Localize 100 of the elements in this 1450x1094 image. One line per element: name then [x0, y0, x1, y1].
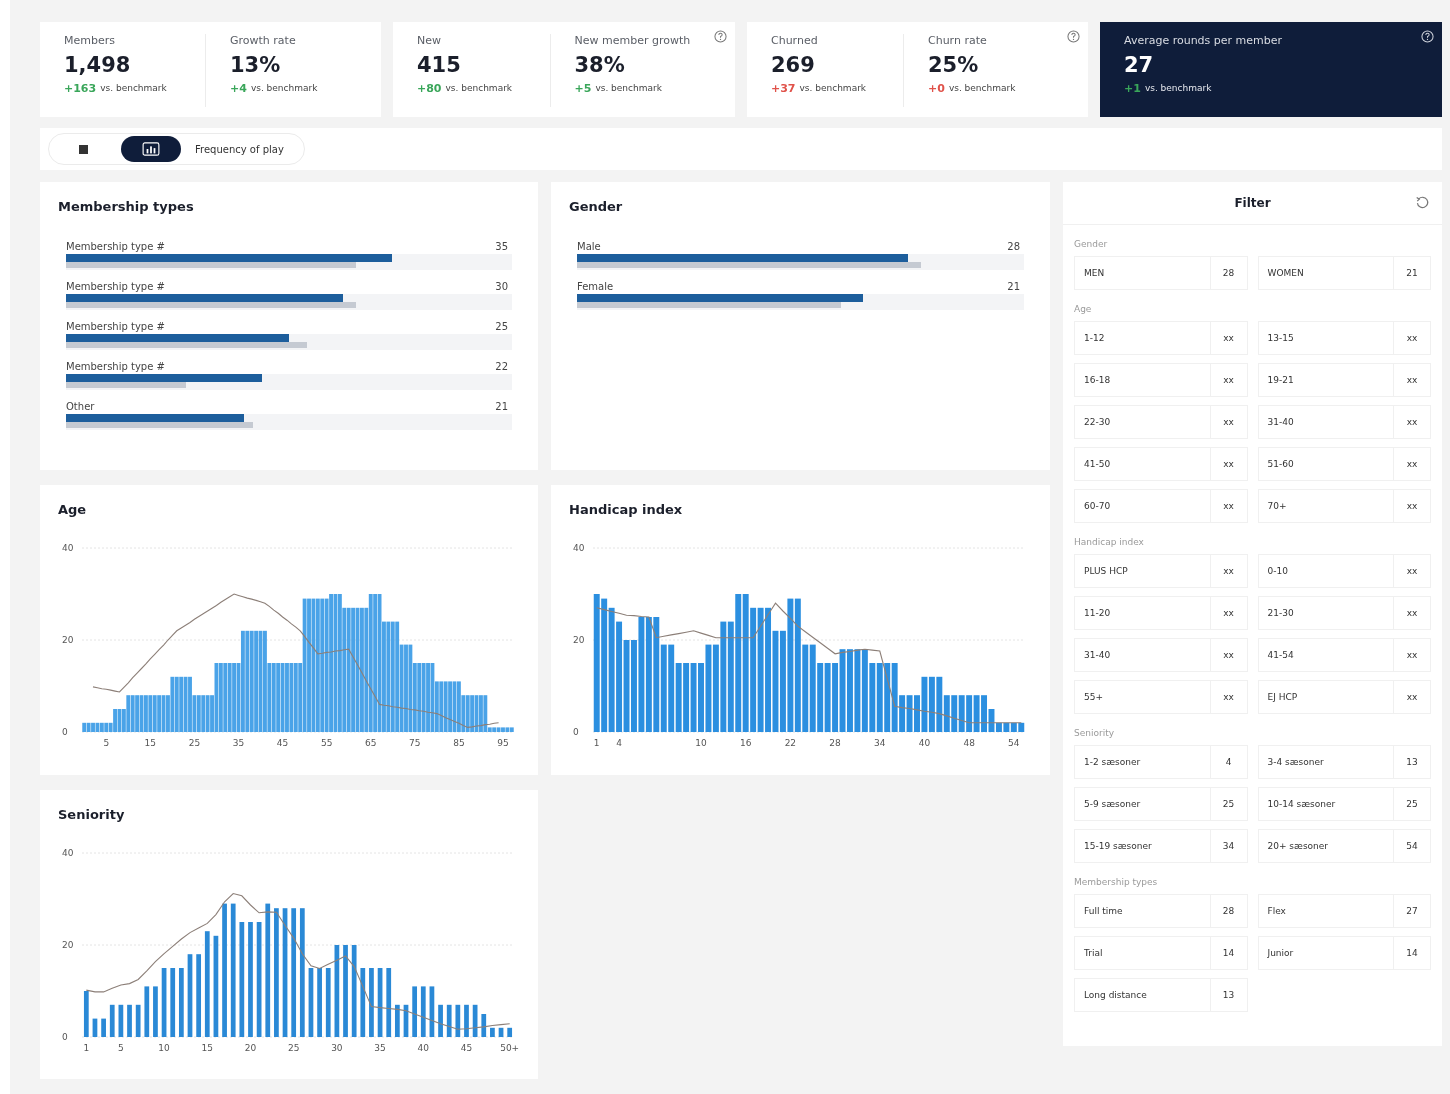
axis-label: 20: [62, 635, 74, 645]
axis-label: 34: [874, 738, 886, 748]
option-label: WOMEN: [1266, 267, 1305, 280]
option-label: MEN: [1083, 267, 1106, 280]
filter-option[interactable]: PLUS HCP xx: [1074, 554, 1248, 588]
option-label: Flex: [1266, 905, 1287, 918]
filter-option[interactable]: 10-14 sæsoner 25: [1257, 787, 1431, 821]
metric-label: New: [417, 34, 441, 47]
option-count: xx: [1209, 597, 1247, 629]
filter-option[interactable]: Full time 28: [1074, 894, 1248, 928]
delta-caption: vs. benchmark: [100, 83, 167, 94]
filter-option[interactable]: Flex 27: [1257, 894, 1431, 928]
metric-value: 1,498: [64, 53, 132, 77]
filter-option[interactable]: 70+ xx: [1257, 489, 1431, 523]
option-count: 27: [1393, 895, 1430, 927]
option-label: 55+: [1083, 691, 1104, 704]
filter-option[interactable]: 3-4 sæsoner 13: [1257, 745, 1431, 779]
option-count: xx: [1393, 597, 1430, 629]
filter-option[interactable]: 15-19 sæsoner 34: [1074, 829, 1248, 863]
option-count: xx: [1393, 406, 1430, 438]
option-label: 31-40: [1266, 416, 1295, 429]
option-label: EJ HCP: [1266, 691, 1299, 704]
axis-label: 0: [62, 1032, 68, 1042]
metric-value: 27: [1124, 53, 1155, 77]
filter-option[interactable]: 21-30 xx: [1257, 596, 1431, 630]
filter-option[interactable]: 5-9 sæsoner 25: [1074, 787, 1248, 821]
axis-label: 40: [62, 848, 74, 858]
metric-value: 25%: [928, 53, 980, 77]
axis-label: 40: [573, 543, 585, 553]
filter-option[interactable]: 31-40 xx: [1257, 405, 1431, 439]
filter-option[interactable]: WOMEN 21: [1257, 256, 1431, 290]
option-label: 5-9 sæsoner: [1083, 798, 1142, 811]
option-label: 0-10: [1266, 565, 1289, 578]
axis-label: 75: [409, 738, 421, 748]
delta-caption: vs. benchmark: [1144, 83, 1212, 94]
filter-option[interactable]: 60-70 xx: [1074, 489, 1248, 523]
bar-value: 30: [495, 281, 508, 292]
option-count: 13: [1393, 746, 1430, 778]
filter-option[interactable]: 16-18 xx: [1074, 363, 1248, 397]
delta-caption: vs. benchmark: [948, 83, 1016, 94]
delta-caption: vs. benchmark: [445, 83, 513, 94]
filter-option[interactable]: 1-2 sæsoner 4: [1074, 745, 1248, 779]
option-label: Junior: [1266, 947, 1295, 960]
filter-option[interactable]: 31-40 xx: [1074, 638, 1248, 672]
option-count: xx: [1209, 448, 1247, 480]
axis-label: 4: [616, 738, 622, 748]
bar-value: 28: [1007, 241, 1020, 252]
axis-label: 28: [829, 738, 841, 748]
section-label: Handicap index: [1074, 537, 1145, 547]
option-count: xx: [1393, 681, 1430, 713]
filter-option[interactable]: MEN 28: [1074, 256, 1248, 290]
view-tab[interactable]: Frequency of play: [189, 136, 290, 162]
bar-label: Male: [577, 241, 601, 252]
option-count: xx: [1209, 639, 1247, 671]
option-count: 14: [1393, 937, 1430, 969]
option-count: xx: [1393, 364, 1430, 396]
axis-label: 40: [417, 1043, 429, 1053]
filter-option[interactable]: 20+ sæsoner 54: [1257, 829, 1431, 863]
option-count: 54: [1393, 830, 1430, 862]
filter-option[interactable]: 22-30 xx: [1074, 405, 1248, 439]
filter-option[interactable]: Long distance 13: [1074, 978, 1248, 1012]
option-label: Trial: [1083, 947, 1104, 960]
filter-option[interactable]: Trial 14: [1074, 936, 1248, 970]
filter-option[interactable]: 1-12 xx: [1074, 321, 1248, 355]
section-label: Gender: [1074, 239, 1109, 249]
metric-value: 269: [771, 53, 816, 77]
metric-value: 415: [417, 53, 462, 77]
bar-label: Membership type #: [66, 361, 165, 372]
filter-option[interactable]: 51-60 xx: [1257, 447, 1431, 481]
delta-value: +0: [928, 83, 945, 94]
filter-option[interactable]: 19-21 xx: [1257, 363, 1431, 397]
option-label: PLUS HCP: [1083, 565, 1129, 578]
option-count: xx: [1393, 639, 1430, 671]
option-label: Long distance: [1083, 989, 1148, 1002]
filter-option[interactable]: 55+ xx: [1074, 680, 1248, 714]
option-label: 41-50: [1083, 458, 1112, 471]
option-label: 3-4 sæsoner: [1266, 756, 1325, 769]
delta-caption: vs. benchmark: [250, 83, 318, 94]
option-count: xx: [1393, 322, 1430, 354]
option-count: 25: [1393, 788, 1430, 820]
axis-label: 95: [497, 738, 509, 748]
metric-label: Average rounds per member: [1124, 34, 1283, 47]
axis-label: 25: [188, 738, 201, 748]
filter-option[interactable]: Junior 14: [1257, 936, 1431, 970]
filter-option[interactable]: 41-54 xx: [1257, 638, 1431, 672]
delta-caption: vs. benchmark: [799, 83, 867, 94]
option-count: xx: [1393, 490, 1430, 522]
axis-label: 15: [201, 1043, 213, 1053]
axis-label: 5: [103, 738, 110, 748]
axis-label: 85: [453, 738, 465, 748]
axis-label: 22: [784, 738, 797, 748]
filter-option[interactable]: 0-10 xx: [1257, 554, 1431, 588]
metric-label: Churn rate: [928, 34, 987, 47]
filter-option[interactable]: 11-20 xx: [1074, 596, 1248, 630]
option-label: 20+ sæsoner: [1266, 840, 1330, 853]
filter-option[interactable]: EJ HCP xx: [1257, 680, 1431, 714]
filter-option[interactable]: 13-15 xx: [1257, 321, 1431, 355]
filter-option[interactable]: 41-50 xx: [1074, 447, 1248, 481]
axis-label: 20: [244, 1043, 257, 1053]
section-label: Seniority: [1074, 728, 1116, 738]
